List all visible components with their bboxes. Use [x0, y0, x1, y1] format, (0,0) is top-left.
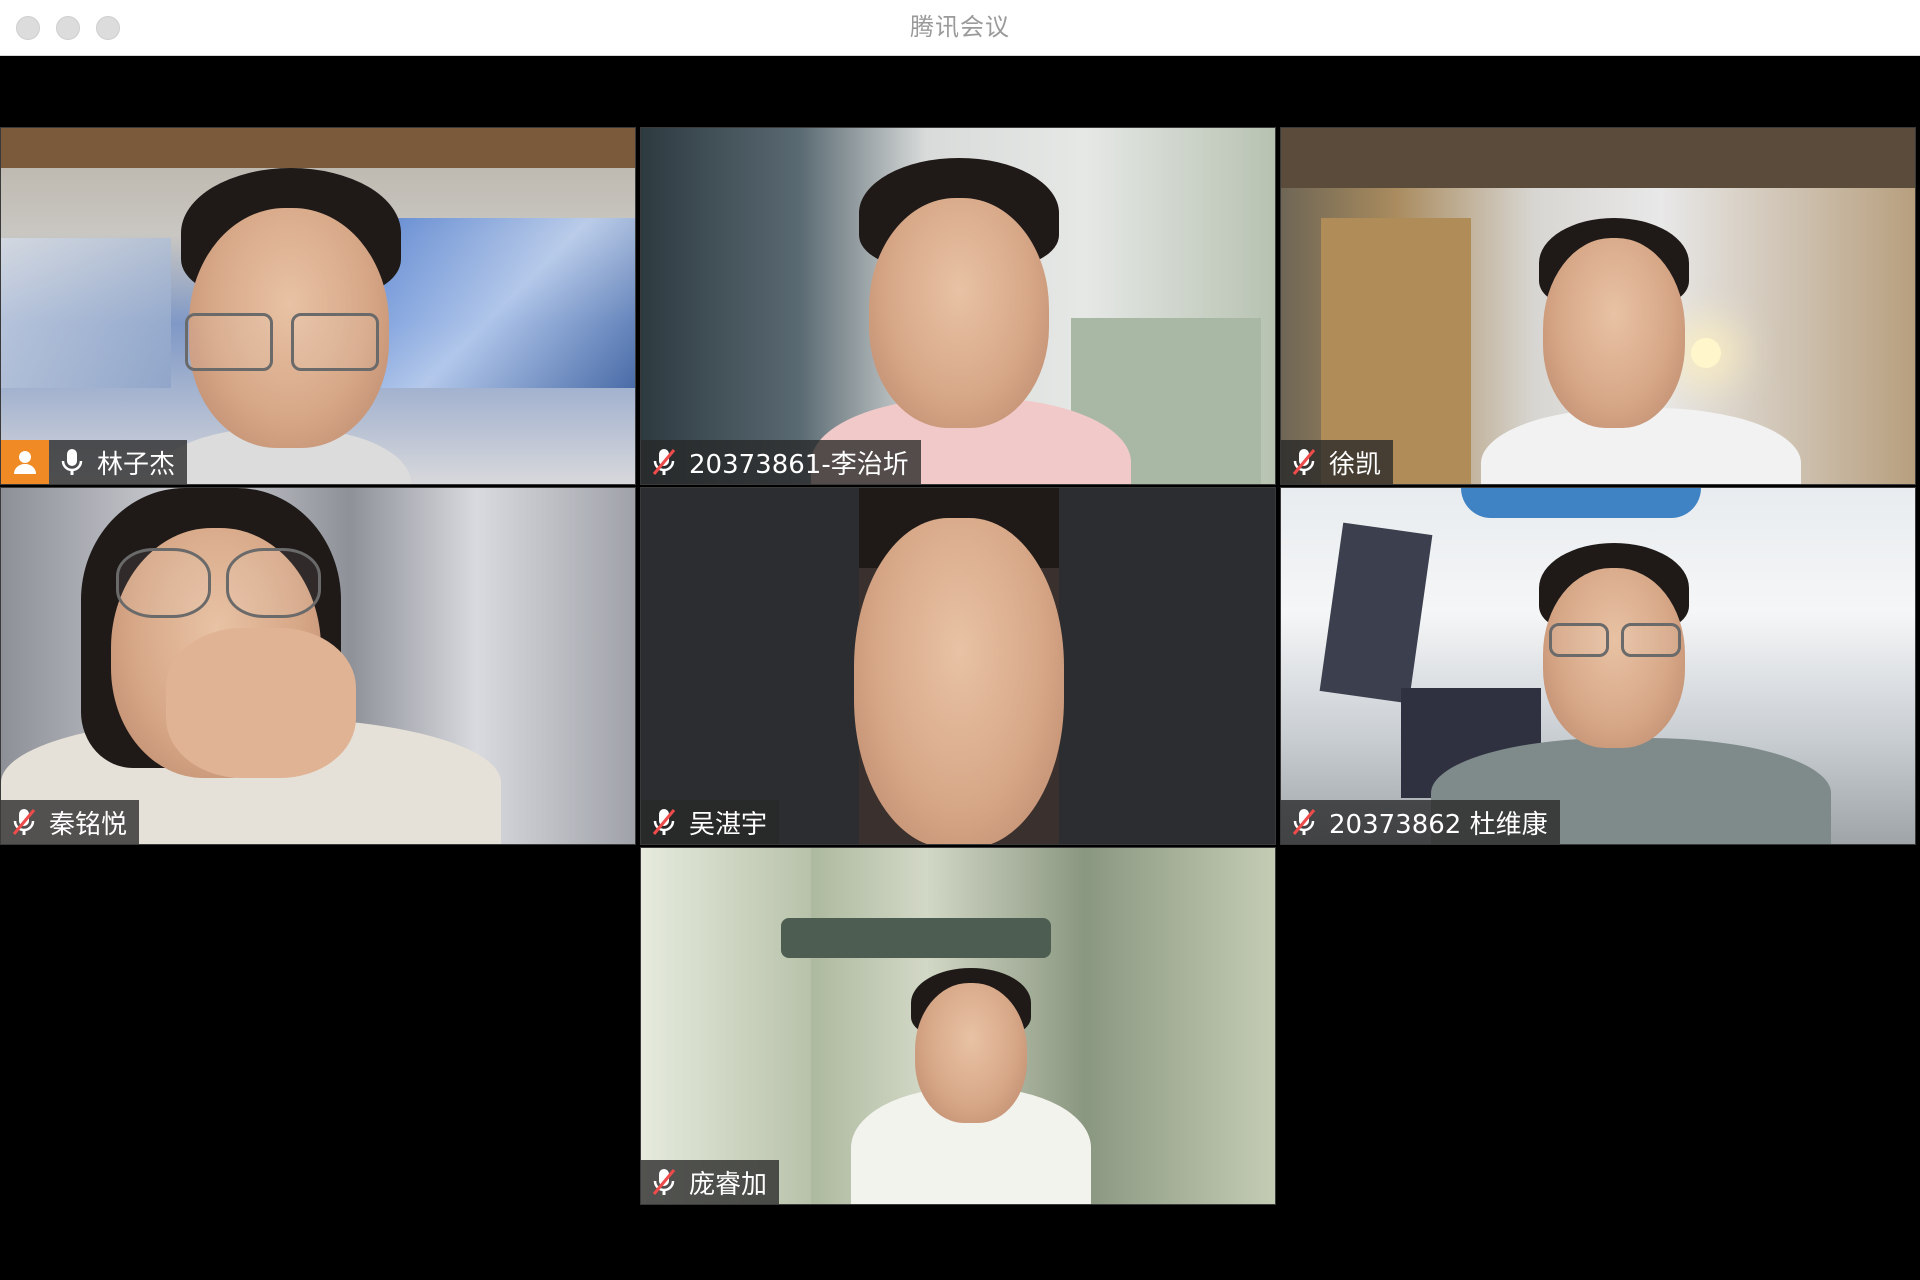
video-tile[interactable]: 吴湛宇	[640, 487, 1276, 845]
participant-label: 徐凯	[1281, 440, 1394, 484]
mic-muted-icon	[649, 1167, 679, 1197]
host-person-icon	[14, 451, 36, 474]
participant-name: 林子杰	[97, 449, 176, 480]
video-tile[interactable]: 秦铭悦	[0, 487, 636, 845]
video-tile[interactable]: 20373861-李治圻	[640, 127, 1276, 485]
participant-label: 吴湛宇	[641, 800, 780, 844]
participant-name: 20373861-李治圻	[689, 449, 909, 480]
mic-muted-icon	[9, 807, 39, 837]
participant-label: 秦铭悦	[1, 800, 140, 844]
participant-name: 徐凯	[1329, 449, 1382, 480]
video-feed	[1281, 128, 1915, 484]
participant-name: 秦铭悦	[49, 809, 128, 840]
window-title: 腾讯会议	[910, 13, 1010, 41]
video-tile[interactable]: 林子杰	[0, 127, 636, 485]
video-feed	[854, 488, 1064, 844]
participant-name: 20373862 杜维康	[1329, 809, 1548, 840]
mic-muted-icon	[649, 807, 679, 837]
participant-name: 庞睿加	[689, 1169, 768, 1200]
mic-icon	[57, 447, 87, 477]
mic-muted-icon	[1289, 807, 1319, 837]
video-feed	[641, 128, 1275, 484]
participant-label: 庞睿加	[641, 1160, 780, 1204]
video-feed	[1281, 488, 1915, 844]
video-tile[interactable]: 庞睿加	[640, 847, 1276, 1205]
title-bar: 腾讯会议	[0, 0, 1920, 56]
meeting-window: 腾讯会议 林子杰 20373861-李治圻 徐凯 秦铭悦 吴湛宇 2037386…	[0, 0, 1920, 1280]
video-feed	[641, 848, 1275, 1204]
mic-muted-icon	[649, 447, 679, 477]
video-tile[interactable]: 20373862 杜维康	[1280, 487, 1916, 845]
participant-name: 吴湛宇	[689, 809, 768, 840]
participant-label: 林子杰	[49, 440, 188, 484]
mic-muted-icon	[1289, 447, 1319, 477]
host-badge	[1, 440, 49, 484]
video-feed	[1, 128, 635, 484]
participant-label: 20373861-李治圻	[641, 440, 921, 484]
video-feed	[1, 488, 635, 844]
video-tile[interactable]: 徐凯	[1280, 127, 1916, 485]
participant-label: 20373862 杜维康	[1281, 800, 1560, 844]
